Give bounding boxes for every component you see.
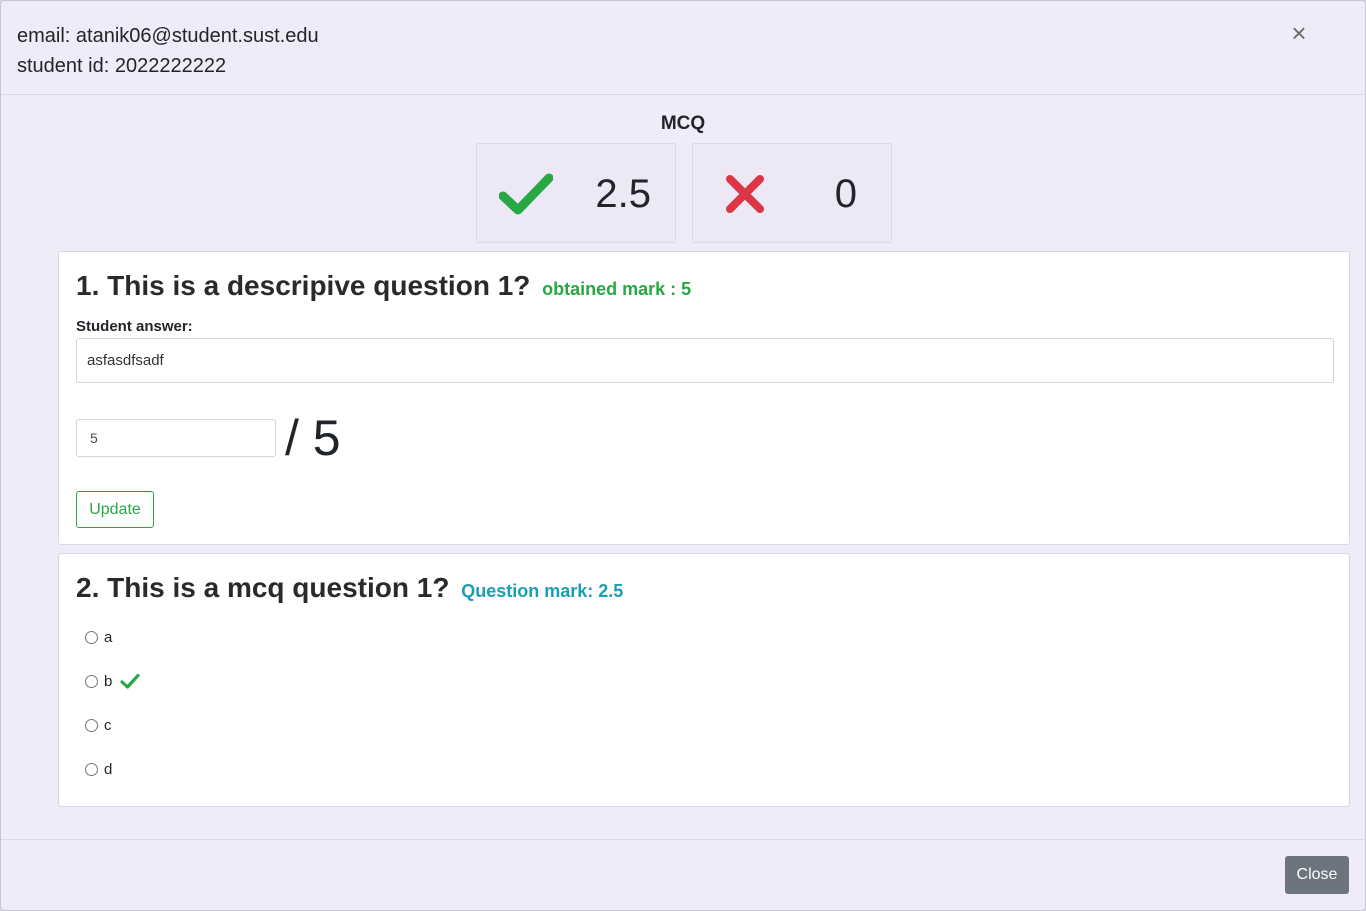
mcq-wrong-value: 0: [834, 172, 857, 216]
mcq-correct-box: 2.5: [476, 143, 676, 243]
student-result-modal: email: atanik06@student.sust.edu student…: [0, 0, 1366, 911]
mark-input[interactable]: [76, 419, 276, 457]
option-d-label: d: [104, 760, 113, 778]
question-title-text: 2. This is a mcq question 1?: [76, 572, 450, 603]
obtained-mark-badge: obtained mark : 5: [542, 279, 692, 299]
student-answer-box: asfasdfsadf: [76, 338, 1334, 383]
update-button[interactable]: Update: [76, 491, 154, 528]
mark-total: / 5: [285, 410, 341, 466]
question-title: 2. This is a mcq question 1? Question ma…: [76, 572, 623, 604]
option-a-radio[interactable]: [85, 630, 98, 644]
question-title-text: 1. This is a descripive question 1?: [76, 270, 531, 301]
option-b-label: b: [104, 672, 113, 690]
option-c[interactable]: c: [85, 715, 112, 735]
student-answer-label: Student answer:: [76, 318, 193, 335]
option-d[interactable]: d: [85, 759, 112, 779]
option-c-label: c: [104, 716, 112, 734]
question-card-mcq: 2. This is a mcq question 1? Question ma…: [58, 553, 1350, 807]
question-title: 1. This is a descripive question 1? obta…: [76, 270, 691, 302]
question-card-descriptive: 1. This is a descripive question 1? obta…: [58, 251, 1350, 545]
mcq-title: MCQ: [660, 113, 706, 134]
close-button[interactable]: Close: [1285, 856, 1349, 894]
option-a[interactable]: a: [85, 627, 112, 647]
mcq-wrong-box: 0: [692, 143, 892, 243]
option-b-radio[interactable]: [85, 674, 98, 688]
close-icon[interactable]: ×: [1285, 19, 1313, 47]
student-email: email: atanik06@student.sust.edu: [17, 25, 319, 47]
option-b[interactable]: b: [85, 671, 140, 691]
question-mark-badge: Question mark: 2.5: [461, 581, 624, 601]
check-icon: [499, 173, 553, 215]
option-c-radio[interactable]: [85, 718, 98, 732]
modal-footer: Close: [1, 839, 1365, 911]
option-d-radio[interactable]: [85, 762, 98, 776]
student-id: student id: 2022222222: [17, 55, 227, 77]
modal-header: email: atanik06@student.sust.edu student…: [1, 1, 1365, 95]
cross-icon: [726, 175, 764, 213]
option-a-label: a: [104, 628, 113, 646]
correct-check-icon: [120, 673, 140, 689]
mcq-correct-value: 2.5: [595, 172, 651, 216]
